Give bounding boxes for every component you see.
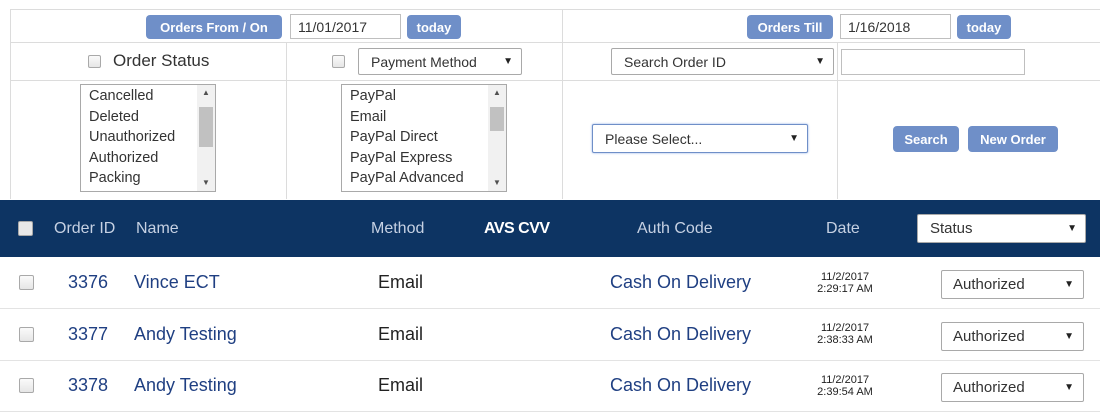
header-auth-code[interactable]: Auth Code <box>637 200 713 257</box>
table-row[interactable]: 3378 Andy Testing Email Cash On Delivery 11/… <box>0 360 1100 412</box>
order-date-day: 11/2/2017 <box>820 270 870 283</box>
order-date-time: 2:29:17 AM <box>817 282 873 295</box>
list-item[interactable]: Cancelled <box>81 86 215 107</box>
status-filter-select[interactable]: Status ▼ <box>917 214 1086 243</box>
row-status-value: Authorized <box>953 327 1025 345</box>
list-item[interactable]: Authorized <box>81 148 215 169</box>
list-item[interactable]: PayPal Direct <box>342 127 506 148</box>
header-order-id[interactable]: Order ID <box>54 200 115 257</box>
payment-method-select-value: Payment Method <box>371 53 477 70</box>
row-status-value: Authorized <box>953 276 1025 293</box>
payment-method-checkbox[interactable] <box>332 55 345 68</box>
order-status-label: Order Status <box>113 51 210 70</box>
scrollbar-thumb[interactable] <box>199 107 213 147</box>
row-checkbox[interactable] <box>19 275 34 290</box>
order-id[interactable]: 3377 <box>68 309 108 360</box>
header-avs-cvv[interactable]: AVS CVV <box>484 200 550 257</box>
list-item[interactable]: Packing <box>81 168 215 189</box>
new-order-button[interactable]: New Order <box>968 126 1058 152</box>
order-date-time: 2:39:54 AM <box>817 385 873 398</box>
row-status-select[interactable]: Authorized ▼ <box>941 270 1084 299</box>
chevron-down-icon: ▼ <box>1064 382 1074 393</box>
from-today-button[interactable]: today <box>407 15 461 39</box>
table-row[interactable]: 3377 Andy Testing Email Cash On Delivery 11/… <box>0 309 1100 361</box>
order-date-time: 2:38:33 AM <box>817 334 873 346</box>
row-status-select[interactable]: Authorized ▼ <box>941 373 1084 402</box>
search-order-input[interactable] <box>841 49 1025 75</box>
filter-col-divider-1 <box>286 42 287 199</box>
orders-till-button[interactable]: Orders Till <box>747 15 833 39</box>
payment-method-select[interactable]: Payment Method ▼ <box>358 48 522 75</box>
table-header: Order ID Name Method AVS CVV Auth Code D… <box>0 200 1100 257</box>
auth-code: Cash On Delivery <box>610 323 752 344</box>
list-item[interactable]: Deleted <box>81 107 215 128</box>
row-checkbox-cell <box>19 257 34 308</box>
chevron-down-icon: ▼ <box>815 56 825 67</box>
order-date: 11/2/2017 2:39:54 AM <box>806 360 884 411</box>
chevron-down-icon: ▼ <box>1064 330 1074 342</box>
select-all-checkbox[interactable] <box>18 221 33 236</box>
list-item[interactable]: PayPal Express <box>342 148 506 169</box>
order-date-day: 11/2/2017 <box>820 373 870 386</box>
customer-name[interactable]: Vince ECT <box>134 257 220 308</box>
header-method[interactable]: Method <box>371 200 424 257</box>
list-item[interactable]: Unauthorized <box>81 127 215 148</box>
list-item[interactable]: PayPal Advanced <box>342 168 506 189</box>
till-date-input[interactable]: 1/16/2018 <box>840 14 951 39</box>
row-status-select[interactable]: Authorized ▼ <box>941 321 1084 351</box>
chevron-down-icon: ▼ <box>1067 223 1077 234</box>
customer-name[interactable]: Andy Testing <box>134 360 237 411</box>
order-date: 11/2/2017 2:29:17 AM <box>806 257 884 308</box>
payment-method: Email <box>378 323 424 344</box>
listbox-scrollbar[interactable]: ▲ ▼ <box>197 85 215 191</box>
scroll-down-icon[interactable]: ▼ <box>197 178 215 187</box>
order-id[interactable]: 3376 <box>68 257 108 308</box>
auth-code: Cash On Delivery <box>610 272 752 292</box>
header-date[interactable]: Date <box>826 200 860 257</box>
row-checkbox[interactable] <box>19 378 34 393</box>
payment-method: Email <box>378 272 424 292</box>
order-date: 11/2/2017 2:38:33 AM <box>806 309 884 360</box>
chevron-down-icon: ▼ <box>1064 279 1074 290</box>
from-date-input[interactable]: 11/01/2017 <box>290 14 401 39</box>
please-select-value: Please Select... <box>605 130 703 147</box>
row-checkbox-cell <box>19 360 34 411</box>
filter-col-divider-3 <box>837 42 838 199</box>
list-item[interactable]: PayPal <box>342 86 506 107</box>
payment-method-listbox[interactable]: PayPal Email PayPal Direct PayPal Expres… <box>341 84 507 192</box>
header-name[interactable]: Name <box>136 200 179 257</box>
chevron-down-icon: ▼ <box>789 133 799 144</box>
order-status-listbox[interactable]: Cancelled Deleted Unauthorized Authorize… <box>80 84 216 192</box>
row-checkbox[interactable] <box>19 326 34 342</box>
scrollbar-thumb[interactable] <box>490 107 504 131</box>
filter-border-top <box>10 9 1100 10</box>
filter-border-left <box>10 9 11 199</box>
scroll-down-icon[interactable]: ▼ <box>488 178 506 187</box>
chevron-down-icon: ▼ <box>503 56 513 67</box>
auth-code: Cash On Delivery <box>610 375 752 395</box>
order-date-day: 11/2/2017 <box>820 322 870 334</box>
please-select-dropdown[interactable]: Please Select... ▼ <box>592 124 808 153</box>
order-status-checkbox[interactable] <box>88 55 101 68</box>
payment-method: Email <box>378 375 424 395</box>
scroll-up-icon[interactable]: ▲ <box>488 88 506 97</box>
row-checkbox-cell <box>19 309 34 360</box>
status-filter-value: Status <box>930 220 973 237</box>
row-status-value: Authorized <box>953 379 1025 396</box>
filter-col-divider-2 <box>562 9 563 199</box>
select-all-cell <box>18 200 33 257</box>
filter-divider-2 <box>10 80 1100 81</box>
customer-name[interactable]: Andy Testing <box>134 309 237 360</box>
order-id[interactable]: 3378 <box>68 360 108 411</box>
till-today-button[interactable]: today <box>957 15 1011 39</box>
scroll-up-icon[interactable]: ▲ <box>197 88 215 97</box>
search-button[interactable]: Search <box>893 126 959 152</box>
listbox-scrollbar[interactable]: ▲ ▼ <box>488 85 506 191</box>
orders-from-button[interactable]: Orders From / On <box>146 15 282 39</box>
list-item[interactable]: Email <box>342 107 506 128</box>
search-order-select-value: Search Order ID <box>624 53 726 70</box>
search-order-select[interactable]: Search Order ID ▼ <box>611 48 834 75</box>
filter-divider-1 <box>10 42 1100 43</box>
table-row[interactable]: 3376 Vince ECT Email Cash On Delivery 11/2/2… <box>0 257 1100 309</box>
